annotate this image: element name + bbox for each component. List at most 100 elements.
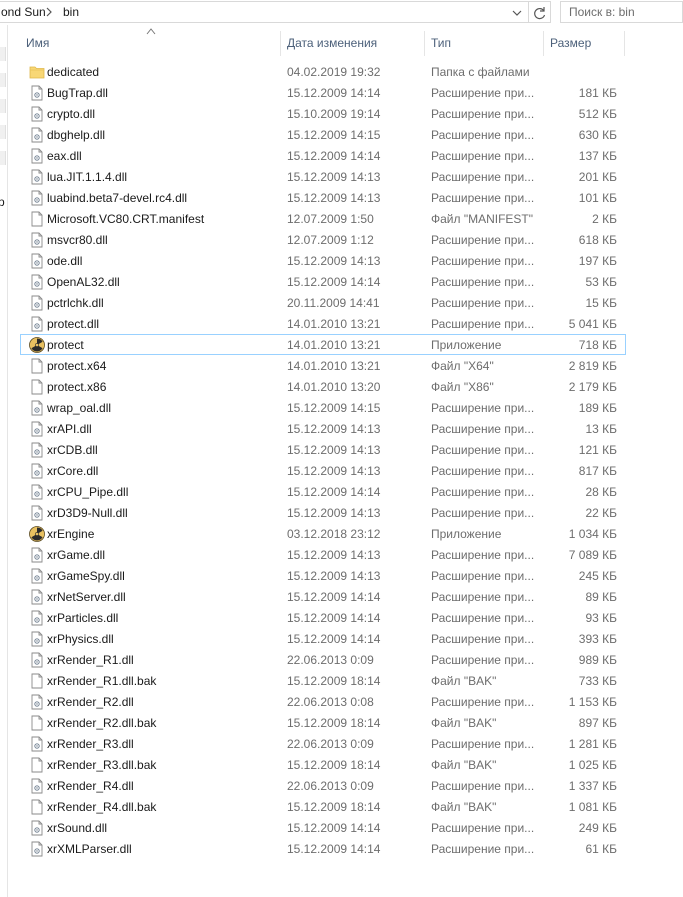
file-size: 1 337 КБ — [568, 779, 617, 793]
nav-item[interactable] — [0, 73, 6, 87]
file-date-modified: 15.12.2009 14:14 — [287, 86, 381, 100]
file-icon — [29, 358, 45, 374]
file-row[interactable]: xrAPI.dll 15.12.2009 14:13 Расширение при.… — [20, 418, 626, 439]
file-row[interactable]: wrap_oal.dll 15.12.2009 14:15 Расширение п… — [20, 397, 626, 418]
file-icon — [29, 211, 45, 227]
file-row[interactable]: BugTrap.dll 15.12.2009 14:14 Расширение пр… — [20, 82, 626, 103]
file-name: xrPhysics.dll — [47, 632, 114, 646]
file-row[interactable]: xrParticles.dll 15.12.2009 14:14 Расширени… — [20, 607, 626, 628]
file-row[interactable]: xrRender_R3.dll.bak 15.12.2009 18:14 Файл … — [20, 754, 626, 775]
file-row[interactable]: protect.x86 14.01.2010 13:20 Файл "X86" 2 1… — [20, 376, 626, 397]
file-row[interactable]: eax.dll 15.12.2009 14:14 Расширение при...… — [20, 145, 626, 166]
chevron-right-icon[interactable] — [44, 6, 54, 18]
refresh-icon — [534, 7, 546, 20]
file-row[interactable]: xrPhysics.dll 15.12.2009 14:14 Расширение … — [20, 628, 626, 649]
file-size: 897 КБ — [578, 716, 617, 730]
file-type: Расширение при... — [431, 779, 535, 793]
breadcrumb[interactable]: ond Sun bin — [0, 1, 529, 23]
file-name: crypto.dll — [47, 107, 96, 121]
file-row[interactable]: pctrlchk.dll 20.11.2009 14:41 Расширение п… — [20, 292, 626, 313]
file-row[interactable]: xrCore.dll 15.12.2009 14:13 Расширение при… — [20, 460, 626, 481]
file-row[interactable]: Microsoft.VC80.CRT.manifest 12.07.2009 1:… — [20, 208, 626, 229]
file-type: Расширение при... — [431, 170, 535, 184]
file-row[interactable]: xrEngine 03.12.2018 23:12 Приложение 1 034 … — [20, 523, 626, 544]
file-row[interactable]: OpenAL32.dll 15.12.2009 14:14 Расширение п… — [20, 271, 626, 292]
file-row[interactable]: xrSound.dll 15.12.2009 14:14 Расширение пр… — [20, 817, 626, 838]
file-type: Файл "MANIFEST" — [431, 212, 534, 226]
nav-item[interactable] — [0, 151, 6, 165]
file-type: Расширение при... — [431, 296, 535, 310]
file-date-modified: 15.12.2009 18:14 — [287, 716, 381, 730]
file-date-modified: 15.12.2009 14:14 — [287, 590, 381, 604]
file-name: OpenAL32.dll — [47, 275, 120, 289]
file-type: Файл "X86" — [431, 380, 494, 394]
file-row[interactable]: xrRender_R3.dll 22.06.2013 0:09 Расширение… — [20, 733, 626, 754]
file-row[interactable]: msvcr80.dll 12.07.2009 1:12 Расширение при… — [20, 229, 626, 250]
file-name: wrap_oal.dll — [47, 401, 112, 415]
file-name: dedicated — [47, 65, 100, 79]
file-row[interactable]: xrRender_R4.dll 22.06.2013 0:09 Расширение… — [20, 775, 626, 796]
file-date-modified: 15.12.2009 14:15 — [287, 128, 381, 142]
file-row[interactable]: crypto.dll 15.10.2009 19:14 Расширение при… — [20, 103, 626, 124]
file-row[interactable]: protect.dll 14.01.2010 13:21 Расширение пр… — [20, 313, 626, 334]
file-type: Расширение при... — [431, 611, 535, 625]
file-type: Расширение при... — [431, 464, 535, 478]
file-size: 5 041 КБ — [568, 317, 617, 331]
file-row[interactable]: dedicated 04.02.2019 19:32 Папка с файлами — [20, 61, 626, 82]
file-size: 197 КБ — [578, 254, 617, 268]
file-name: xrD3D9-Null.dll — [47, 506, 128, 520]
column-type[interactable]: Тип — [425, 31, 543, 56]
file-row[interactable]: xrD3D9-Null.dll 15.12.2009 14:13 Расширени… — [20, 502, 626, 523]
navigation-pane[interactable]: р — [0, 25, 8, 897]
file-row[interactable]: ode.dll 15.12.2009 14:13 Расширение при...… — [20, 250, 626, 271]
file-row[interactable]: xrRender_R2.dll.bak 15.12.2009 18:14 Файл … — [20, 712, 626, 733]
file-row[interactable]: xrRender_R1.dll.bak 15.12.2009 18:14 Файл … — [20, 670, 626, 691]
file-row[interactable]: xrCDB.dll 15.12.2009 14:13 Расширение при.… — [20, 439, 626, 460]
file-row[interactable]: luabind.beta7-devel.rc4.dll 15.12.2009 14… — [20, 187, 626, 208]
file-row[interactable]: protect 14.01.2010 13:21 Приложение 718 КБ — [20, 334, 626, 355]
column-date[interactable]: Дата изменения — [281, 31, 424, 56]
file-name: xrParticles.dll — [47, 611, 119, 625]
radiation-app-icon — [29, 526, 45, 542]
column-size[interactable]: Размер — [544, 31, 624, 56]
dll-file-icon — [29, 190, 45, 206]
file-row[interactable]: xrXMLParser.dll 15.12.2009 14:14 Расширени… — [20, 838, 626, 859]
folder-icon — [29, 64, 45, 80]
refresh-button[interactable] — [529, 1, 551, 23]
file-row[interactable]: xrGame.dll 15.12.2009 14:13 Расширение при… — [20, 544, 626, 565]
file-row[interactable]: dbghelp.dll 15.12.2009 14:15 Расширение пр… — [20, 124, 626, 145]
nav-item[interactable] — [0, 125, 6, 139]
file-row[interactable]: xrNetServer.dll 15.12.2009 14:14 Расширени… — [20, 586, 626, 607]
file-row[interactable]: lua.JIT.1.1.4.dll 15.12.2009 14:13 Расшире… — [20, 166, 626, 187]
nav-item-label[interactable]: р — [0, 195, 5, 209]
file-name: xrGameSpy.dll — [47, 569, 125, 583]
file-type: Расширение при... — [431, 233, 535, 247]
file-type: Расширение при... — [431, 842, 535, 856]
file-row[interactable]: protect.x64 14.01.2010 13:21 Файл "X64" 2 8… — [20, 355, 626, 376]
breadcrumb-item-current[interactable]: bin — [63, 5, 79, 19]
search-field[interactable] — [560, 1, 683, 23]
file-size: 13 КБ — [585, 422, 617, 436]
file-type: Расширение при... — [431, 590, 535, 604]
file-row[interactable]: xrRender_R1.dll 22.06.2013 0:09 Расширение… — [20, 649, 626, 670]
file-row[interactable]: xrRender_R2.dll 22.06.2013 0:08 Расширение… — [20, 691, 626, 712]
file-date-modified: 15.12.2009 14:13 — [287, 464, 381, 478]
dll-file-icon — [29, 463, 45, 479]
file-row[interactable]: xrCPU_Pipe.dll 15.12.2009 14:14 Расширение… — [20, 481, 626, 502]
file-size: 245 КБ — [578, 569, 617, 583]
search-input[interactable] — [569, 4, 679, 20]
file-name: xrAPI.dll — [47, 422, 92, 436]
column-name[interactable]: Имя — [20, 31, 280, 56]
nav-item[interactable] — [0, 99, 6, 113]
column-divider[interactable] — [624, 31, 625, 56]
file-date-modified: 15.12.2009 14:13 — [287, 170, 381, 184]
file-date-modified: 22.06.2013 0:09 — [287, 737, 374, 751]
chevron-down-icon[interactable] — [510, 7, 524, 19]
file-name: BugTrap.dll — [47, 86, 108, 100]
nav-item[interactable] — [0, 47, 6, 61]
file-row[interactable]: xrGameSpy.dll 15.12.2009 14:13 Расширение … — [20, 565, 626, 586]
file-name: protect — [47, 338, 84, 352]
file-name: xrRender_R1.dll.bak — [47, 674, 157, 688]
file-row[interactable]: xrRender_R4.dll.bak 15.12.2009 18:14 Файл … — [20, 796, 626, 817]
breadcrumb-item-parent[interactable]: ond Sun — [1, 5, 46, 19]
